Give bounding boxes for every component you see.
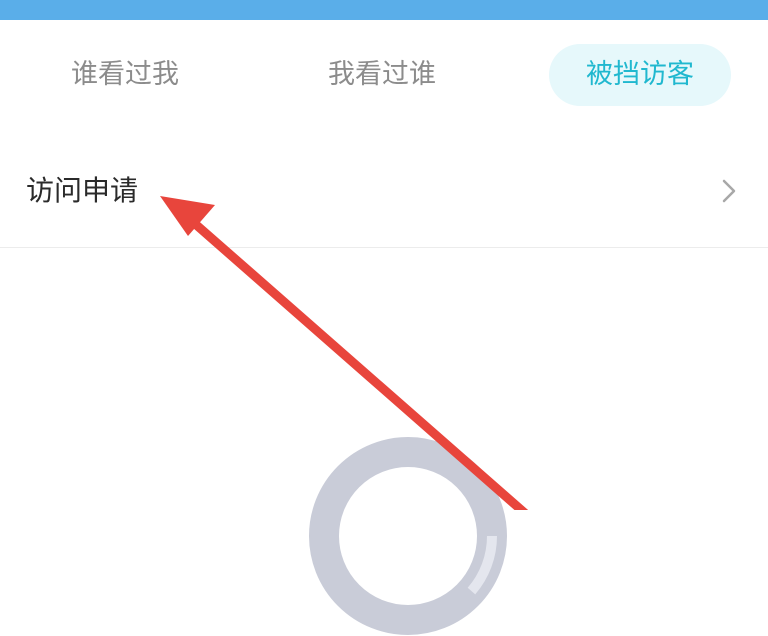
list-item-access-request[interactable]: 访问申请 (0, 135, 768, 248)
visitor-tabs: 谁看过我 我看过谁 被挡访客 (0, 20, 768, 130)
chevron-right-icon (722, 179, 736, 203)
list-item-label: 访问申请 (26, 174, 139, 207)
empty-state-illustration (309, 437, 507, 635)
tab-who-i-viewed[interactable]: 我看过谁 (297, 44, 467, 106)
top-status-bar (0, 0, 768, 20)
tab-blocked-visitors[interactable]: 被挡访客 (549, 44, 731, 106)
tab-who-viewed-me[interactable]: 谁看过我 (40, 44, 210, 106)
